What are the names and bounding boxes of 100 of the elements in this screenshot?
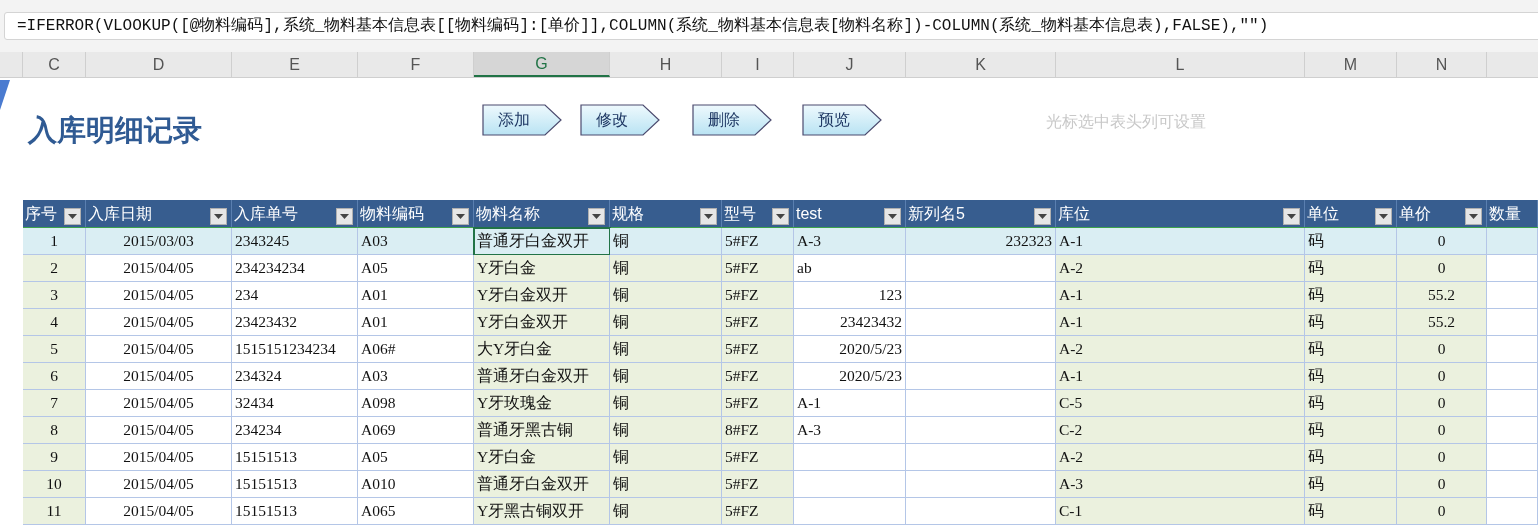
table-cell: 铜 — [610, 363, 722, 390]
table-cell: 11 — [23, 498, 86, 525]
table-cell: 3 — [23, 282, 86, 309]
table-cell: A-1 — [1056, 363, 1305, 390]
table-cell: C-5 — [1056, 390, 1305, 417]
table-cell: A05 — [358, 444, 474, 471]
column-letter[interactable]: H — [610, 52, 722, 77]
table-cell: 10 — [23, 471, 86, 498]
table-cell: 码 — [1305, 471, 1397, 498]
column-header: 入库单号 — [234, 203, 298, 224]
table-cell: 2015/04/05 — [86, 336, 232, 363]
column-letter[interactable]: I — [722, 52, 794, 77]
filter-dropdown-icon[interactable] — [884, 208, 901, 225]
table-cell: 2015/04/05 — [86, 309, 232, 336]
table-cell: 码 — [1305, 498, 1397, 525]
table-cell: 铜 — [610, 255, 722, 282]
table-cell: 1515151234234 — [232, 336, 358, 363]
table-cell: 2015/04/05 — [86, 471, 232, 498]
column-letter[interactable]: J — [794, 52, 906, 77]
table-cell: 0 — [1397, 390, 1487, 417]
table-cell: 码 — [1305, 309, 1397, 336]
column-letter[interactable]: N — [1397, 52, 1487, 77]
filter-dropdown-icon[interactable] — [210, 208, 227, 225]
table-cell: Y牙黑古铜双开 — [474, 498, 610, 525]
table-cell: Y牙玫瑰金 — [474, 390, 610, 417]
arrow-button[interactable]: 预览 — [802, 104, 882, 136]
table-cell: 铜 — [610, 471, 722, 498]
table-cell: 铜 — [610, 309, 722, 336]
table-cell: 5#FZ — [722, 363, 794, 390]
table-cell: 0 — [1397, 444, 1487, 471]
table-cell: 5#FZ — [722, 282, 794, 309]
formula-text: =IFERROR(VLOOKUP([@物料编码],系统_物料基本信息表[[物料编码]:[单价]],COLUMN(系统_物料基本信息表[物料名称])-COLUMN(系统_物料基本信息表),FALSE),"") — [17, 15, 1269, 37]
table-cell: 0 — [1397, 471, 1487, 498]
table-cell: 2015/04/05 — [86, 255, 232, 282]
table-cell: 8 — [23, 417, 86, 444]
table-cell: 铜 — [610, 390, 722, 417]
column-letter[interactable]: L — [1056, 52, 1305, 77]
filter-dropdown-icon[interactable] — [1375, 208, 1392, 225]
filter-dropdown-icon[interactable] — [336, 208, 353, 225]
arrow-button[interactable]: 修改 — [580, 104, 660, 136]
filter-dropdown-icon[interactable] — [1034, 208, 1051, 225]
table-cell: 6 — [23, 363, 86, 390]
filter-dropdown-icon[interactable] — [452, 208, 469, 225]
table-cell: 4 — [23, 309, 86, 336]
table-cell: 0 — [1397, 498, 1487, 525]
table-cell: 2015/04/05 — [86, 282, 232, 309]
filter-dropdown-icon[interactable] — [588, 208, 605, 225]
table-cell: 铜 — [610, 498, 722, 525]
table-cell — [1487, 228, 1538, 255]
table-cell: A01 — [358, 309, 474, 336]
table-cell: Y牙白金 — [474, 255, 610, 282]
formula-bar[interactable]: =IFERROR(VLOOKUP([@物料编码],系统_物料基本信息表[[物料编码]:[单价]],COLUMN(系统_物料基本信息表[物料名称])-COLUMN(系统_物料基本信息表),FALSE),"") — [4, 12, 1538, 40]
table-cell: 码 — [1305, 363, 1397, 390]
table-cell: 普通牙白金双开 — [474, 363, 610, 390]
table-cell: 铜 — [610, 228, 722, 255]
column-header: 物料名称 — [476, 203, 540, 224]
filter-dropdown-icon[interactable] — [772, 208, 789, 225]
column-letter[interactable]: C — [23, 52, 86, 77]
filter-dropdown-icon[interactable] — [1465, 208, 1482, 225]
table-cell: 5 — [23, 336, 86, 363]
arrow-button[interactable]: 添加 — [482, 104, 562, 136]
table-cell: 15151513 — [232, 498, 358, 525]
table-cell: 普通牙黑古铜 — [474, 417, 610, 444]
column-letter[interactable]: E — [232, 52, 358, 77]
filter-dropdown-icon[interactable] — [1283, 208, 1300, 225]
table-cell: 2015/03/03 — [86, 228, 232, 255]
table-cell: 234234 — [232, 417, 358, 444]
table-cell: A-1 — [794, 390, 906, 417]
table-cell: 234324 — [232, 363, 358, 390]
table-cell: Y牙白金双开 — [474, 282, 610, 309]
table-cell: 2015/04/05 — [86, 363, 232, 390]
table-cell: 23423432 — [232, 309, 358, 336]
table-cell: 普通牙白金双开 — [474, 228, 610, 255]
column-header: 型号 — [724, 203, 756, 224]
column-header: 入库日期 — [88, 203, 152, 224]
table-cell: 2020/5/23 — [794, 363, 906, 390]
filter-dropdown-icon[interactable] — [64, 208, 81, 225]
column-letter[interactable]: M — [1305, 52, 1397, 77]
column-letter[interactable]: G — [474, 52, 610, 77]
table-cell: 5#FZ — [722, 444, 794, 471]
table-cell: A010 — [358, 471, 474, 498]
table-cell: 234234234 — [232, 255, 358, 282]
table-cell: 23423432 — [794, 309, 906, 336]
column-header: 库位 — [1058, 203, 1090, 224]
table-cell: A-1 — [1056, 282, 1305, 309]
table-cell: 5#FZ — [722, 498, 794, 525]
table-cell: 7 — [23, 390, 86, 417]
column-letter[interactable]: D — [86, 52, 232, 77]
table-cell: A-1 — [1056, 309, 1305, 336]
column-letter[interactable]: K — [906, 52, 1056, 77]
table-cell: 码 — [1305, 390, 1397, 417]
table-cell: 码 — [1305, 255, 1397, 282]
table-cell: 铜 — [610, 282, 722, 309]
column-header: 数量 — [1489, 203, 1521, 224]
table-cell: A098 — [358, 390, 474, 417]
column-header: test — [796, 203, 822, 224]
arrow-button[interactable]: 删除 — [692, 104, 772, 136]
table-cell: 0 — [1397, 363, 1487, 390]
column-header: 单价 — [1399, 203, 1431, 224]
filter-dropdown-icon[interactable] — [700, 208, 717, 225]
